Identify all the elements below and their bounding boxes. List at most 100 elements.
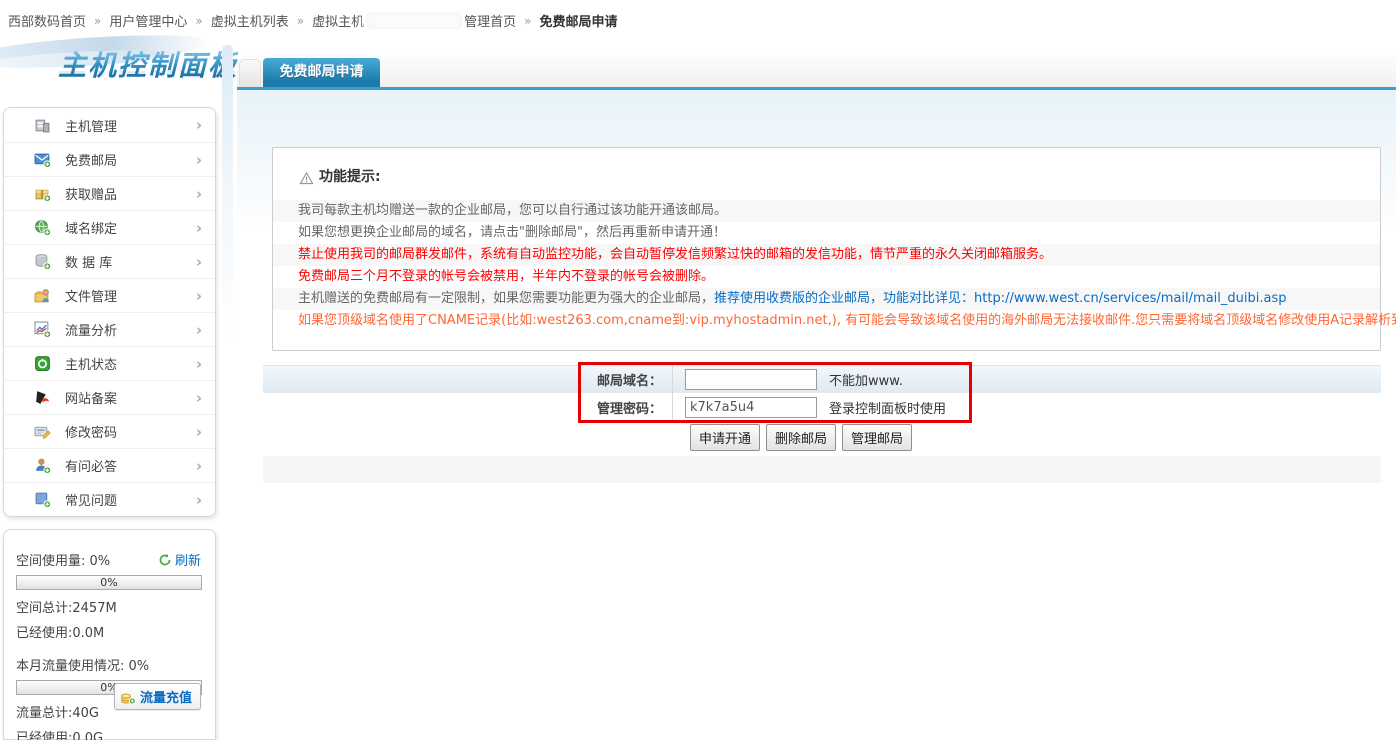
breadcrumb-link[interactable]: 西部数码首页: [8, 11, 86, 30]
sidebar-item-password[interactable]: 修改密码 ›: [4, 414, 215, 448]
breadcrumb-separator: »: [297, 14, 304, 28]
chevron-right-icon: ›: [196, 185, 202, 203]
form-row-admin-password: 管理密码：登录控制面板时使用: [263, 393, 1381, 421]
breadcrumb-separator: »: [524, 14, 531, 28]
sidebar-item-label: 流量分析: [65, 320, 117, 339]
form-buttons-row: 申请开通删除邮局管理邮局: [263, 421, 1381, 453]
space-usage-line: 空间使用量: 0% 刷新: [16, 550, 203, 569]
tab-free-mail-application[interactable]: 免费邮局申请: [263, 58, 380, 87]
breadcrumb: 西部数码首页»用户管理中心»虚拟主机列表»虚拟主机管理首页»免费邮局申请: [8, 11, 617, 30]
chart-icon: [34, 321, 51, 338]
tips-link[interactable]: 推荐使用收费版的企业邮局，功能对比详见：http://www.west.cn/s…: [714, 291, 1286, 306]
tips-line: 主机赠送的免费邮局有一定限制，如果您需要功能更为强大的企业邮局，推荐使用收费版的…: [273, 288, 1380, 310]
admin-password-cell: 登录控制面板时使用: [672, 393, 1381, 421]
traffic-recharge-label: 流量充值: [140, 687, 192, 706]
sidebar-item-label: 主机状态: [65, 354, 117, 373]
chevron-right-icon: ›: [196, 219, 202, 237]
sidebar-item-status[interactable]: 主机状态 ›: [4, 346, 215, 380]
chevron-right-icon: ›: [196, 253, 202, 271]
page: 西部数码首页»用户管理中心»虚拟主机列表»虚拟主机管理首页»免费邮局申请 主机控…: [0, 0, 1396, 740]
mail-domain-label: 邮局域名：: [263, 370, 672, 389]
apply-open-button[interactable]: 申请开通: [690, 424, 760, 451]
redacted-hostname: [366, 12, 462, 29]
sidebar-item-label: 有问必答: [65, 456, 117, 475]
warning-icon: [299, 171, 314, 186]
sidebar-item-chart[interactable]: 流量分析 ›: [4, 312, 215, 346]
logo-title: 主机控制面板: [58, 44, 238, 84]
space-total: 空间总计:2457M: [16, 597, 203, 616]
tab-strip-stub: [239, 59, 261, 87]
sidebar-item-gift[interactable]: 获取赠品 ›: [4, 176, 215, 210]
gift-icon: [34, 185, 51, 202]
tips-text: 如果您想更换企业邮局的域名，请点击"删除邮局"，然后再重新申请开通！: [298, 225, 726, 240]
admin-password-label: 管理密码：: [263, 398, 672, 417]
chevron-right-icon: ›: [196, 321, 202, 339]
refresh-label: 刷新: [175, 550, 201, 569]
tips-line: 如果您想更换企业邮局的域名，请点击"删除邮局"，然后再重新申请开通！: [273, 222, 1380, 244]
sidebar-item-label: 获取赠品: [65, 184, 117, 203]
mail-domain-cell: 不能加www.: [672, 365, 1381, 393]
sidebar-item-qa[interactable]: 有问必答 ›: [4, 448, 215, 482]
tips-text: 禁止使用我司的邮局群发邮件，系统有自动监控功能，会自动暂停发信频繁过快的邮箱的发…: [298, 247, 1052, 262]
traffic-recharge-button[interactable]: 流量充值: [114, 683, 201, 710]
mail-domain-input[interactable]: [685, 369, 817, 390]
breadcrumb-redacted-suffix: 管理首页: [464, 15, 516, 30]
usage-stats-panel: 空间使用量: 0% 刷新 0% 空间总计:2457M 已经使用:0.0M 本月流…: [3, 529, 216, 740]
chevron-right-icon: ›: [196, 355, 202, 373]
sidebar-item-label: 免费邮局: [65, 150, 117, 169]
tips-text: 我司每款主机均赠送一款的企业邮局，您可以自行通过该功能开通该邮局。: [298, 203, 727, 218]
breadcrumb-link[interactable]: 用户管理中心: [109, 11, 187, 30]
tips-line: 禁止使用我司的邮局群发邮件，系统有自动监控功能，会自动暂停发信频繁过快的邮箱的发…: [273, 244, 1380, 266]
admin-password-input[interactable]: [685, 397, 817, 418]
chevron-right-icon: ›: [196, 491, 202, 509]
sidebar-menu: 主机管理›免费邮局›获取赠品›域名绑定›数 据 库›文件管理›流量分析›主机状态…: [3, 107, 216, 517]
tips-box: 功能提示: 我司每款主机均赠送一款的企业邮局，您可以自行通过该功能开通该邮局。如…: [272, 147, 1381, 351]
mail-application-form: 邮局域名：不能加www.管理密码：登录控制面板时使用申请开通删除邮局管理邮局: [263, 365, 1381, 453]
space-usage-bar: 0%: [16, 575, 202, 590]
globe-icon: [34, 219, 51, 236]
manage-mail-button[interactable]: 管理邮局: [842, 424, 912, 451]
breadcrumb-separator: »: [195, 14, 202, 28]
tips-text: 免费邮局三个月不登录的帐号会被禁用，半年内不登录的帐号会被删除。: [298, 269, 714, 284]
form-row-mail-domain: 邮局域名： 不能加www.: [263, 365, 1381, 393]
tips-line: 我司每款主机均赠送一款的企业邮局，您可以自行通过该功能开通该邮局。: [273, 200, 1380, 222]
sidebar-item-label: 修改密码: [65, 422, 117, 441]
password-icon: [34, 423, 51, 440]
sidebar-item-files[interactable]: 文件管理 ›: [4, 278, 215, 312]
sidebar-item-mail[interactable]: 免费邮局›: [4, 142, 215, 176]
database-icon: [34, 253, 51, 270]
sidebar-item-database[interactable]: 数 据 库›: [4, 244, 215, 278]
sidebar-item-globe[interactable]: 域名绑定 ›: [4, 210, 215, 244]
sidebar-item-faq[interactable]: 常见问题 ›: [4, 482, 215, 516]
tips-text: 主机赠送的免费邮局有一定限制，如果您需要功能更为强大的企业邮局，: [298, 291, 714, 306]
breadcrumb-link-redacted[interactable]: 虚拟主机管理首页: [312, 11, 516, 30]
sidebar-item-label: 常见问题: [65, 490, 117, 509]
qa-icon: [34, 457, 51, 474]
tips-lines: 我司每款主机均赠送一款的企业邮局，您可以自行通过该功能开通该邮局。如果您想更换企…: [273, 200, 1380, 332]
sidebar-item-server[interactable]: 主机管理 ›: [4, 108, 215, 142]
sidebar-item-label: 主机管理: [65, 116, 117, 135]
chevron-right-icon: ›: [196, 389, 202, 407]
coins-icon: [120, 689, 136, 705]
sidebar-item-label: 域名绑定: [65, 218, 117, 237]
tips-title-row: 功能提示:: [299, 166, 1380, 186]
mail-icon: [34, 151, 51, 168]
space-usage-label: 空间使用量: 0%: [16, 554, 110, 569]
chevron-right-icon: ›: [196, 423, 202, 441]
space-used: 已经使用:0.0M: [16, 622, 203, 641]
status-icon: [34, 355, 51, 372]
delete-mail-button[interactable]: 删除邮局: [766, 424, 836, 451]
breadcrumb-link[interactable]: 虚拟主机列表: [211, 11, 289, 30]
sidebar-item-label: 网站备案: [65, 388, 117, 407]
tips-line: 如果您顶级域名使用了CNAME记录(比如:west263.com,cname到:…: [273, 310, 1380, 332]
refresh-link[interactable]: 刷新: [158, 550, 201, 569]
chevron-right-icon: ›: [196, 116, 202, 134]
chevron-right-icon: ›: [196, 457, 202, 475]
chevron-right-icon: ›: [196, 287, 202, 305]
tips-line: 免费邮局三个月不登录的帐号会被禁用，半年内不登录的帐号会被删除。: [273, 266, 1380, 288]
traffic-used: 已经使用:0.0G: [16, 727, 203, 740]
mail-domain-note: 不能加www.: [829, 370, 903, 389]
form-footer-band: [263, 456, 1381, 483]
sidebar-item-label: 文件管理: [65, 286, 117, 305]
sidebar-item-filing[interactable]: 网站备案 ›: [4, 380, 215, 414]
